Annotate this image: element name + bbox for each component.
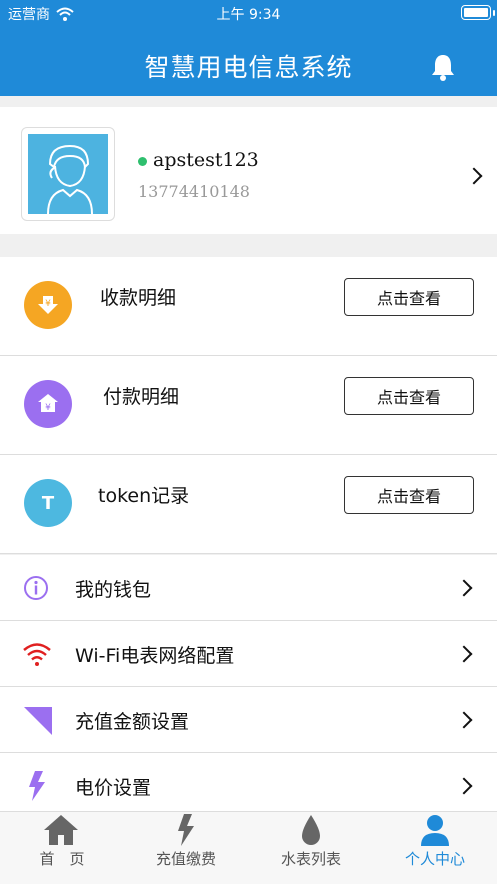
view-token-button[interactable]: 点击查看 (344, 476, 474, 514)
tab-water-meters-label: 水表列表 (280, 850, 341, 868)
profile-card[interactable]: apstest123 13774410148 (0, 107, 497, 234)
bell-icon[interactable] (430, 53, 456, 81)
receipts-label: 收款明细 (100, 287, 177, 309)
price-label: 电价设置 (75, 777, 152, 799)
lightning-icon (29, 771, 45, 801)
wifi-config-label: Wi-Fi电表网络配置 (75, 645, 235, 667)
page-title: 智慧用电信息系统 (144, 53, 353, 82)
list-item-token: T token记录 点击查看 (0, 455, 497, 554)
person-icon (421, 815, 449, 846)
wallet-label: 我的钱包 (75, 579, 152, 601)
info-circle-icon (24, 576, 48, 600)
settings-menu: 我的钱包 Wi-Fi电表网络配置 充值金额设置 电价设置 (0, 555, 497, 819)
menu-item-wallet[interactable]: 我的钱包 (0, 555, 497, 621)
battery-icon (461, 5, 491, 20)
tab-recharge-label: 充值缴费 (155, 850, 216, 868)
tab-recharge[interactable]: 充值缴费 (124, 812, 248, 872)
avatar-person-icon (47, 144, 93, 214)
svg-text:¥: ¥ (45, 403, 51, 413)
avatar-frame (21, 127, 115, 221)
tab-personal-center[interactable]: 个人中心 (373, 812, 497, 872)
recharge-amount-label: 充值金额设置 (75, 711, 190, 733)
avatar (28, 134, 108, 214)
house-yen-icon: ¥ (24, 380, 72, 428)
lightning-icon (178, 814, 194, 846)
letter-t-glyph: T (41, 492, 55, 514)
phone-number: 13774410148 (138, 182, 250, 201)
online-status-dot (138, 157, 147, 166)
view-payments-button[interactable]: 点击查看 (344, 377, 474, 415)
list-item-receipts: ¥ 收款明细 点击查看 (0, 257, 497, 356)
chevron-right-icon (465, 167, 483, 185)
letter-t-icon: T (24, 479, 72, 527)
battery-tip (493, 10, 495, 16)
water-drop-icon (302, 815, 320, 845)
token-label: token记录 (98, 485, 190, 507)
records-section: ¥ 收款明细 点击查看 ¥ 付款明细 点击查看 T token记录 点击查看 (0, 257, 497, 554)
payments-label: 付款明细 (103, 386, 180, 408)
tab-water-meters[interactable]: 水表列表 (249, 812, 373, 872)
username: apstest123 (153, 149, 259, 171)
menu-item-recharge-amount[interactable]: 充值金额设置 (0, 687, 497, 753)
home-icon (44, 815, 78, 845)
chevron-right-icon (455, 579, 473, 597)
chevron-right-icon (455, 711, 473, 729)
triangle-icon (24, 707, 52, 735)
svg-text:¥: ¥ (45, 299, 51, 309)
menu-item-wifi-config[interactable]: Wi-Fi电表网络配置 (0, 621, 497, 687)
chevron-right-icon (455, 777, 473, 795)
status-bar: 运营商 上午 9:34 (0, 0, 497, 24)
tab-home[interactable]: 首 页 (0, 812, 124, 872)
tab-home-label: 首 页 (39, 850, 85, 868)
chevron-right-icon (455, 645, 473, 663)
tab-personal-center-label: 个人中心 (404, 850, 465, 868)
view-receipts-button[interactable]: 点击查看 (344, 278, 474, 316)
app-header: 运营商 上午 9:34 智慧用电信息系统 (0, 0, 497, 96)
download-yen-icon: ¥ (24, 281, 72, 329)
menu-item-price[interactable]: 电价设置 (0, 753, 497, 819)
status-time: 上午 9:34 (216, 7, 281, 23)
wifi-icon (23, 643, 51, 666)
tab-bar: 首 页 充值缴费 水表列表 个人中心 (0, 811, 497, 884)
list-item-payments: ¥ 付款明细 点击查看 (0, 356, 497, 455)
